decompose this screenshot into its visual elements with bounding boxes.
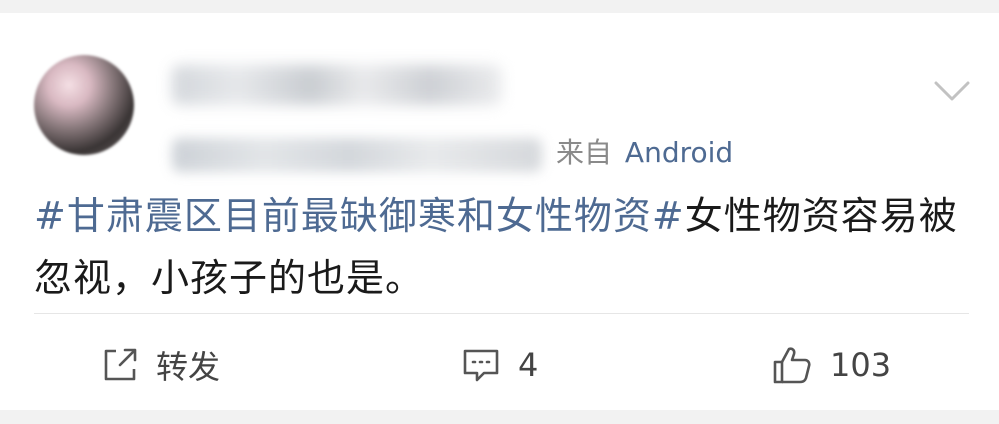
username-redacted[interactable] [172,65,502,105]
topic-link[interactable]: #甘肃震区目前最缺御寒和女性物资# [34,194,685,238]
divider [34,313,969,314]
repost-button[interactable]: 转发 [102,343,220,387]
repost-label: 转发 [156,348,221,386]
meta-redacted [172,138,542,172]
post-card: 来自 Android #甘肃震区目前最缺御寒和女性物资#女性物资容易被忽视，小孩… [0,13,999,410]
source-prefix: 来自 [556,136,613,169]
repost-icon [102,347,138,383]
post-source: 来自 Android [556,133,733,173]
avatar[interactable] [34,55,134,155]
like-button[interactable]: 103 [772,343,891,387]
post-content: #甘肃震区目前最缺御寒和女性物资#女性物资容易被忽视，小孩子的也是。 [34,185,969,309]
like-count: 103 [830,346,892,384]
comment-count: 4 [518,346,539,384]
thumbs-up-icon [772,345,812,385]
comment-icon [462,347,500,383]
chevron-down-icon[interactable] [934,77,970,105]
comment-button[interactable]: 4 [462,343,538,387]
source-device: Android [624,136,734,169]
